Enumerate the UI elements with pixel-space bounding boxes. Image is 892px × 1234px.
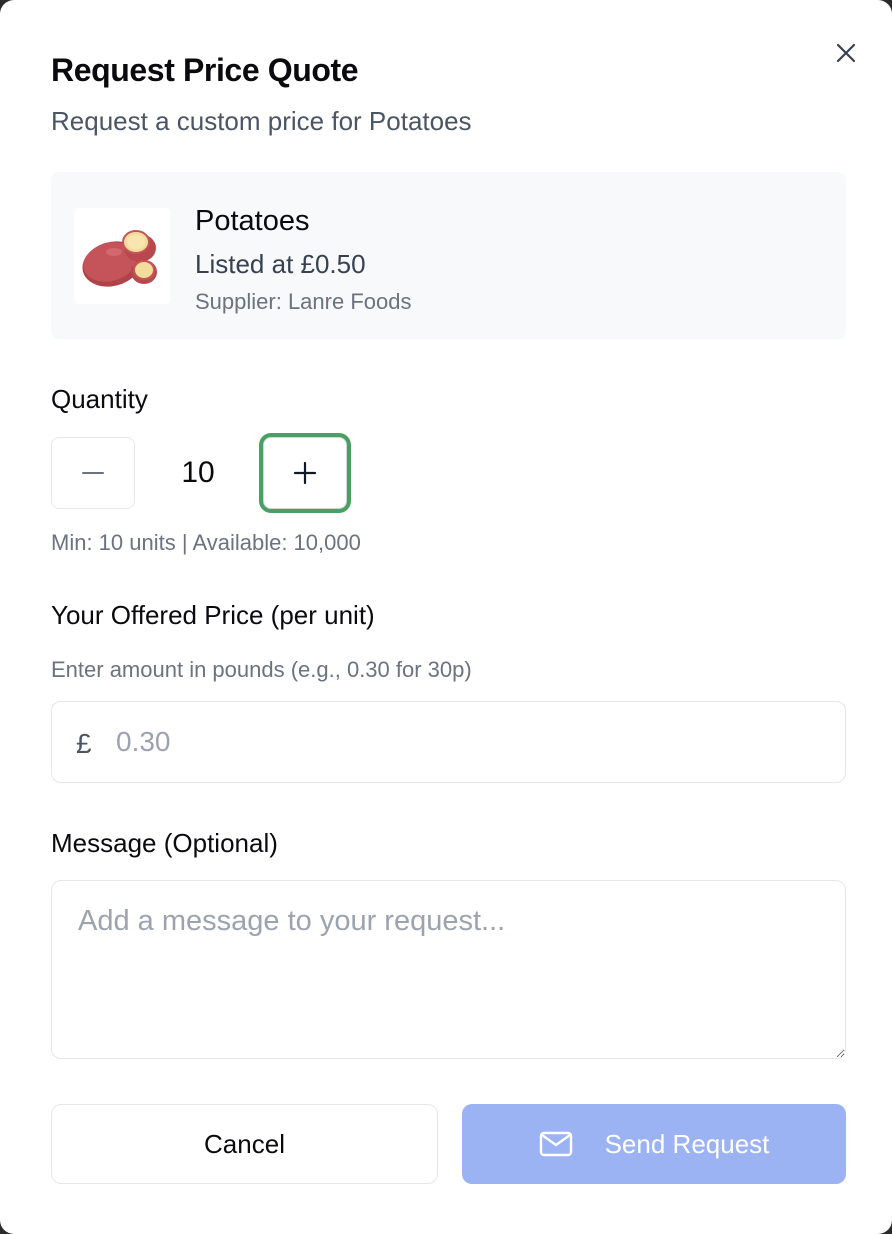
product-name: Potatoes — [195, 205, 310, 237]
message-textarea[interactable] — [51, 880, 846, 1059]
send-request-button[interactable]: Send Request — [462, 1104, 846, 1184]
decrement-quantity-button[interactable] — [51, 437, 135, 509]
product-supplier: Supplier: Lanre Foods — [195, 289, 412, 314]
cancel-button[interactable]: Cancel — [51, 1104, 438, 1184]
price-quote-dialog: Request Price Quote Request a custom pri… — [0, 0, 892, 1234]
quantity-label: Quantity — [51, 384, 148, 414]
increment-quantity-button[interactable] — [263, 437, 347, 509]
close-button[interactable] — [829, 36, 863, 70]
product-summary-card: Potatoes Listed at £0.50 Supplier: Lanre… — [51, 172, 846, 339]
offered-price-hint: Enter amount in pounds (e.g., 0.30 for 3… — [51, 657, 472, 682]
close-icon — [836, 43, 856, 63]
mail-icon — [539, 1131, 572, 1157]
offered-price-field: £ — [51, 701, 846, 783]
message-label: Message (Optional) — [51, 828, 278, 858]
dialog-title: Request Price Quote — [51, 52, 359, 88]
send-request-label: Send Request — [604, 1128, 770, 1159]
currency-symbol: £ — [76, 728, 92, 759]
product-listed-price: Listed at £0.50 — [195, 249, 366, 279]
offered-price-label: Your Offered Price (per unit) — [51, 600, 375, 630]
offered-price-input[interactable] — [116, 714, 816, 770]
minus-icon — [82, 472, 104, 474]
cancel-button-label: Cancel — [204, 1128, 285, 1159]
quantity-hint: Min: 10 units | Available: 10,000 — [51, 530, 361, 555]
plus-icon — [293, 461, 317, 485]
product-image — [74, 208, 170, 304]
quantity-value[interactable]: 10 — [158, 456, 238, 490]
dialog-subtitle: Request a custom price for Potatoes — [51, 106, 472, 136]
potato-image — [82, 230, 157, 287]
